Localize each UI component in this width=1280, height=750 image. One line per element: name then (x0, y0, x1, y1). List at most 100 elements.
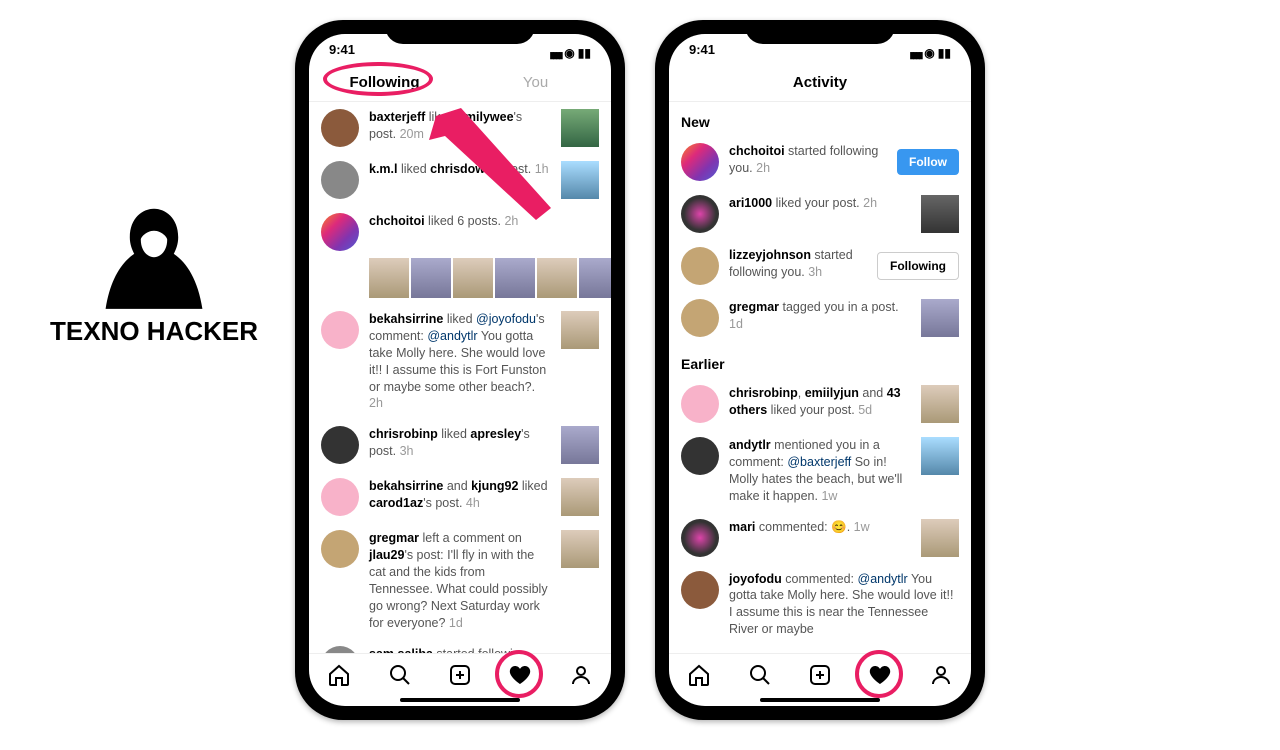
page-title: Activity (669, 64, 971, 102)
avatar[interactable] (321, 426, 359, 464)
search-icon[interactable] (387, 662, 413, 688)
bottom-nav (669, 653, 971, 692)
profile-icon[interactable] (928, 662, 954, 688)
bottom-nav (309, 653, 611, 692)
phone-left: 9:41 ◉ ▮▮ Following You baxterjeff liked… (295, 20, 625, 720)
list-item[interactable]: ari1000 liked your post. 2h (681, 188, 959, 240)
list-item[interactable]: chrisrobinp liked apresley's post. 3h (321, 419, 599, 471)
post-thumbnail[interactable] (561, 530, 599, 568)
post-thumbnail[interactable] (579, 258, 611, 298)
post-thumbnail[interactable] (561, 478, 599, 516)
home-indicator (400, 698, 520, 702)
activity-text: sam.saliba started following lizzeyjohns… (369, 646, 599, 654)
list-item[interactable]: andytlr mentioned you in a comment: @bax… (681, 430, 959, 512)
post-thumbnail[interactable] (921, 519, 959, 557)
avatar[interactable] (681, 247, 719, 285)
list-item[interactable]: gregmar tagged you in a post. 1d (681, 292, 959, 344)
list-item[interactable]: bekahsirrine liked @joyofodu's comment: … (321, 304, 599, 419)
activity-feed[interactable]: New chchoitoi started following you. 2h … (669, 102, 971, 653)
activity-text: bekahsirrine and kjung92 liked carod1az'… (369, 478, 551, 512)
heart-icon[interactable] (507, 662, 533, 688)
list-item[interactable]: chchoitoi started following you. 2h Foll… (681, 136, 959, 188)
heart-icon[interactable] (867, 662, 893, 688)
post-thumbnail[interactable] (411, 258, 451, 298)
post-thumbnail[interactable] (453, 258, 493, 298)
following-button[interactable]: Following (877, 252, 959, 280)
list-item[interactable]: chrisrobinp, emiilyjun and 43 others lik… (681, 378, 959, 430)
activity-text: chrisrobinp, emiilyjun and 43 others lik… (729, 385, 911, 419)
avatar[interactable] (321, 161, 359, 199)
avatar[interactable] (681, 299, 719, 337)
list-item[interactable]: sam.saliba started following lizzeyjohns… (321, 639, 599, 654)
activity-text: bekahsirrine liked @joyofodu's comment: … (369, 311, 551, 412)
avatar[interactable] (321, 109, 359, 147)
list-item[interactable]: mari commented: 😊. 1w (681, 512, 959, 564)
home-icon[interactable] (686, 662, 712, 688)
list-item[interactable]: baxterjeff liked emilywee's post. 20m (321, 102, 599, 154)
activity-text: gregmar tagged you in a post. 1d (729, 299, 911, 333)
avatar[interactable] (681, 143, 719, 181)
post-thumbnail[interactable] (561, 426, 599, 464)
activity-text: joyofodu commented: @andytlr You gotta t… (729, 571, 959, 639)
external-brand-text: TEXNO HACKER (50, 316, 258, 347)
list-item[interactable]: gregmar left a comment on jlau29's post:… (321, 523, 599, 638)
activity-text: chchoitoi liked 6 posts. 2h (369, 213, 599, 230)
avatar[interactable] (681, 195, 719, 233)
tab-following[interactable]: Following (309, 64, 460, 101)
cellular-icon (909, 46, 921, 61)
activity-feed[interactable]: baxterjeff liked emilywee's post. 20m k.… (309, 102, 611, 653)
activity-tabs: Following You (309, 64, 611, 102)
add-post-icon[interactable] (447, 662, 473, 688)
list-item[interactable]: k.m.l liked chrisdows's post. 1h (321, 154, 599, 206)
post-thumbnail[interactable] (921, 385, 959, 423)
profile-icon[interactable] (568, 662, 594, 688)
avatar[interactable] (681, 385, 719, 423)
avatar[interactable] (321, 530, 359, 568)
wifi-icon: ◉ (924, 46, 934, 60)
section-new: New (681, 102, 959, 136)
status-time: 9:41 (689, 42, 715, 64)
add-post-icon[interactable] (807, 662, 833, 688)
post-thumbnail[interactable] (921, 437, 959, 475)
activity-text: andytlr mentioned you in a comment: @bax… (729, 437, 911, 505)
post-thumbnail[interactable] (561, 161, 599, 199)
phone-notch (745, 20, 895, 44)
battery-icon: ▮▮ (938, 46, 951, 60)
list-item[interactable]: chchoitoi liked 6 posts. 2h (321, 206, 599, 258)
avatar[interactable] (321, 646, 359, 654)
activity-text: gregmar left a comment on jlau29's post:… (369, 530, 551, 631)
thumb-strip[interactable] (369, 258, 599, 304)
avatar[interactable] (681, 519, 719, 557)
activity-text: ari1000 liked your post. 2h (729, 195, 911, 212)
avatar[interactable] (321, 213, 359, 251)
avatar[interactable] (681, 571, 719, 609)
hacker-silhouette-icon (99, 200, 209, 320)
post-thumbnail[interactable] (561, 311, 599, 349)
phone-right: 9:41 ◉ ▮▮ Activity New chchoitoi started… (655, 20, 985, 720)
section-earlier: Earlier (681, 344, 959, 378)
activity-text: k.m.l liked chrisdows's post. 1h (369, 161, 551, 178)
phone-notch (385, 20, 535, 44)
post-thumbnail[interactable] (921, 195, 959, 233)
wifi-icon: ◉ (564, 46, 574, 60)
home-icon[interactable] (326, 662, 352, 688)
activity-text: mari commented: 😊. 1w (729, 519, 911, 536)
follow-button[interactable]: Follow (897, 149, 959, 175)
list-item[interactable]: bekahsirrine and kjung92 liked carod1az'… (321, 471, 599, 523)
tab-you[interactable]: You (460, 64, 611, 101)
post-thumbnail[interactable] (369, 258, 409, 298)
avatar[interactable] (321, 311, 359, 349)
list-item[interactable]: lizzeyjohnson started following you. 3h … (681, 240, 959, 292)
avatar[interactable] (681, 437, 719, 475)
post-thumbnail[interactable] (921, 299, 959, 337)
status-icons: ◉ ▮▮ (549, 42, 591, 64)
post-thumbnail[interactable] (561, 109, 599, 147)
avatar[interactable] (321, 478, 359, 516)
search-icon[interactable] (747, 662, 773, 688)
activity-text: baxterjeff liked emilywee's post. 20m (369, 109, 551, 143)
post-thumbnail[interactable] (537, 258, 577, 298)
list-item[interactable]: joyofodu commented: @andytlr You gotta t… (681, 564, 959, 646)
external-branding: TEXNO HACKER (50, 200, 258, 347)
home-indicator (760, 698, 880, 702)
post-thumbnail[interactable] (495, 258, 535, 298)
